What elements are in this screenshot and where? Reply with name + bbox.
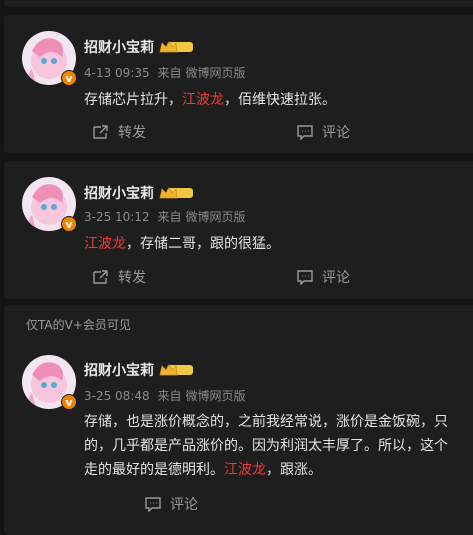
post-time[interactable]: 4-13 09:35 xyxy=(84,66,150,80)
text-segment: 走的最好的是德明利。 xyxy=(84,462,224,478)
comment-button[interactable]: 评论 xyxy=(296,267,350,287)
topic-link[interactable]: 江波龙 xyxy=(84,236,126,252)
v-badge-icon: v xyxy=(61,70,77,86)
post-source: 微博网页版 xyxy=(185,66,246,80)
comment-label: 评论 xyxy=(322,270,350,286)
text-segment: ，存储二哥，跟的很猛。 xyxy=(126,236,280,252)
repost-button[interactable]: 转发 xyxy=(92,267,146,287)
text-line: 存储，也是涨价概念的，之前我经常说，涨价是金饭碗，只 xyxy=(84,414,448,430)
comment-button[interactable]: 评论 xyxy=(296,122,350,142)
v-badge-icon: v xyxy=(61,394,77,410)
author-name[interactable]: 招财小宝莉 xyxy=(84,183,154,203)
repost-label: 转发 xyxy=(118,270,146,286)
post-meta: 4-13 09:35 来自 微博网页版 xyxy=(84,64,250,81)
post-card: v 招财小宝莉 3-25 10:12 来自 微博网页版 江波龙，存储二哥，跟的很猛… xyxy=(4,161,473,299)
source-prefix: 来自 xyxy=(157,66,182,80)
vip-only-note: 仅TA的V+会员可见 xyxy=(26,318,131,332)
comment-icon xyxy=(145,497,161,512)
post-source: 微博网页版 xyxy=(185,210,246,224)
text-line: 走的最好的是德明利。江波龙，跟涨。 xyxy=(84,458,473,482)
author-name[interactable]: 招财小宝莉 xyxy=(84,37,154,57)
avatar[interactable]: v xyxy=(22,355,77,410)
crown-member-icon[interactable] xyxy=(159,186,193,200)
post-card-partial xyxy=(4,0,473,7)
v-badge-icon: v xyxy=(61,216,77,232)
post-meta: 3-25 10:12 来自 微博网页版 xyxy=(84,208,250,225)
comment-label: 评论 xyxy=(170,497,198,513)
crown-member-icon[interactable] xyxy=(159,40,193,54)
topic-link[interactable]: 江波龙 xyxy=(182,92,224,108)
post-text: 江波龙，存储二哥，跟的很猛。 xyxy=(84,232,473,256)
repost-icon xyxy=(93,125,108,139)
post-time[interactable]: 3-25 10:12 xyxy=(84,210,150,224)
post-card: 仅TA的V+会员可见 v 招财小宝莉 3-25 08:48 来自 微博网页版 存储… xyxy=(4,305,473,535)
crown-member-icon[interactable] xyxy=(159,363,193,377)
comment-label: 评论 xyxy=(322,125,350,141)
source-prefix: 来自 xyxy=(157,210,182,224)
avatar[interactable]: v xyxy=(22,177,77,232)
post-card: v 招财小宝莉 4-13 09:35 来自 微博网页版 存储芯片拉升，江波龙，佰维… xyxy=(4,15,473,153)
topic-link[interactable]: 江波龙 xyxy=(224,462,266,478)
source-prefix: 来自 xyxy=(157,389,182,403)
author-name[interactable]: 招财小宝莉 xyxy=(84,360,154,380)
text-segment: ，跟涨。 xyxy=(266,462,322,478)
avatar[interactable]: v xyxy=(22,31,77,86)
post-time[interactable]: 3-25 08:48 xyxy=(84,389,150,403)
repost-label: 转发 xyxy=(118,125,146,141)
comment-icon xyxy=(297,125,313,140)
repost-icon xyxy=(93,270,108,284)
post-text: 存储芯片拉升，江波龙，佰维快速拉张。 xyxy=(84,88,473,112)
repost-button[interactable]: 转发 xyxy=(92,122,146,142)
post-source: 微博网页版 xyxy=(185,389,246,403)
post-text: 存储，也是涨价概念的，之前我经常说，涨价是金饭碗，只 的，几乎都是产品涨价的。因… xyxy=(84,410,473,482)
text-segment: ，佰维快速拉张。 xyxy=(224,92,336,108)
comment-button[interactable]: 评论 xyxy=(144,494,198,514)
comment-icon xyxy=(297,270,313,285)
text-line: 的，几乎都是产品涨价的。因为利润太丰厚了。所以，这个 xyxy=(84,438,448,454)
text-segment: 存储芯片拉升， xyxy=(84,92,182,108)
post-meta: 3-25 08:48 来自 微博网页版 xyxy=(84,387,250,404)
